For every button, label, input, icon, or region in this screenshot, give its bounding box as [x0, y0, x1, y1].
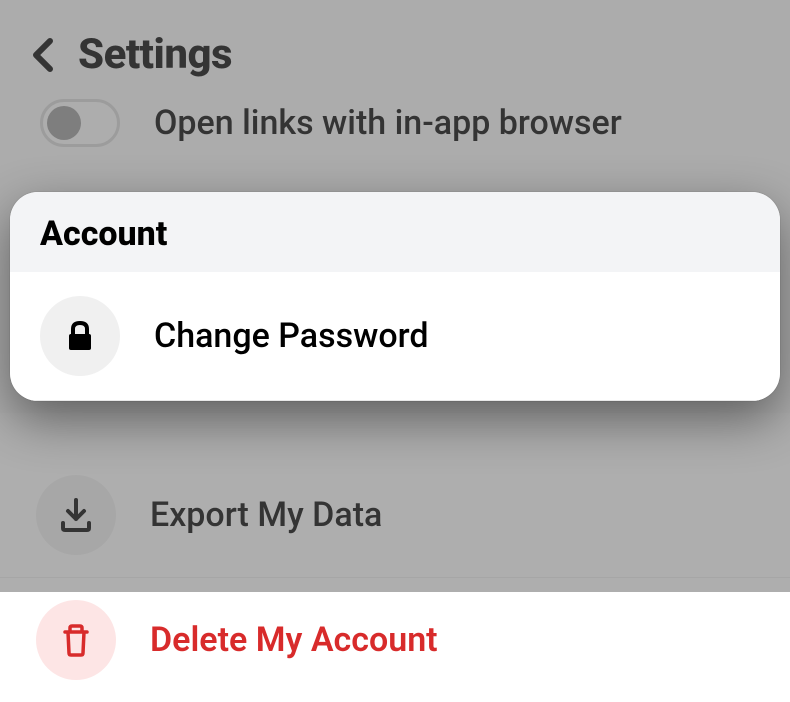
settings-page: Settings Open links with in-app browser … — [0, 0, 790, 592]
list-item-change-password[interactable]: Change Password — [10, 272, 780, 401]
trash-icon — [36, 600, 116, 680]
list-item-label: Delete My Account — [150, 620, 438, 660]
lock-icon — [40, 296, 120, 376]
list-item-label: Change Password — [154, 316, 429, 356]
section-title: Account — [40, 214, 750, 254]
section-header: Account — [10, 192, 780, 272]
account-highlight-card: Account Change Password — [10, 192, 780, 401]
list-item-delete-account[interactable]: Delete My Account — [0, 578, 790, 702]
